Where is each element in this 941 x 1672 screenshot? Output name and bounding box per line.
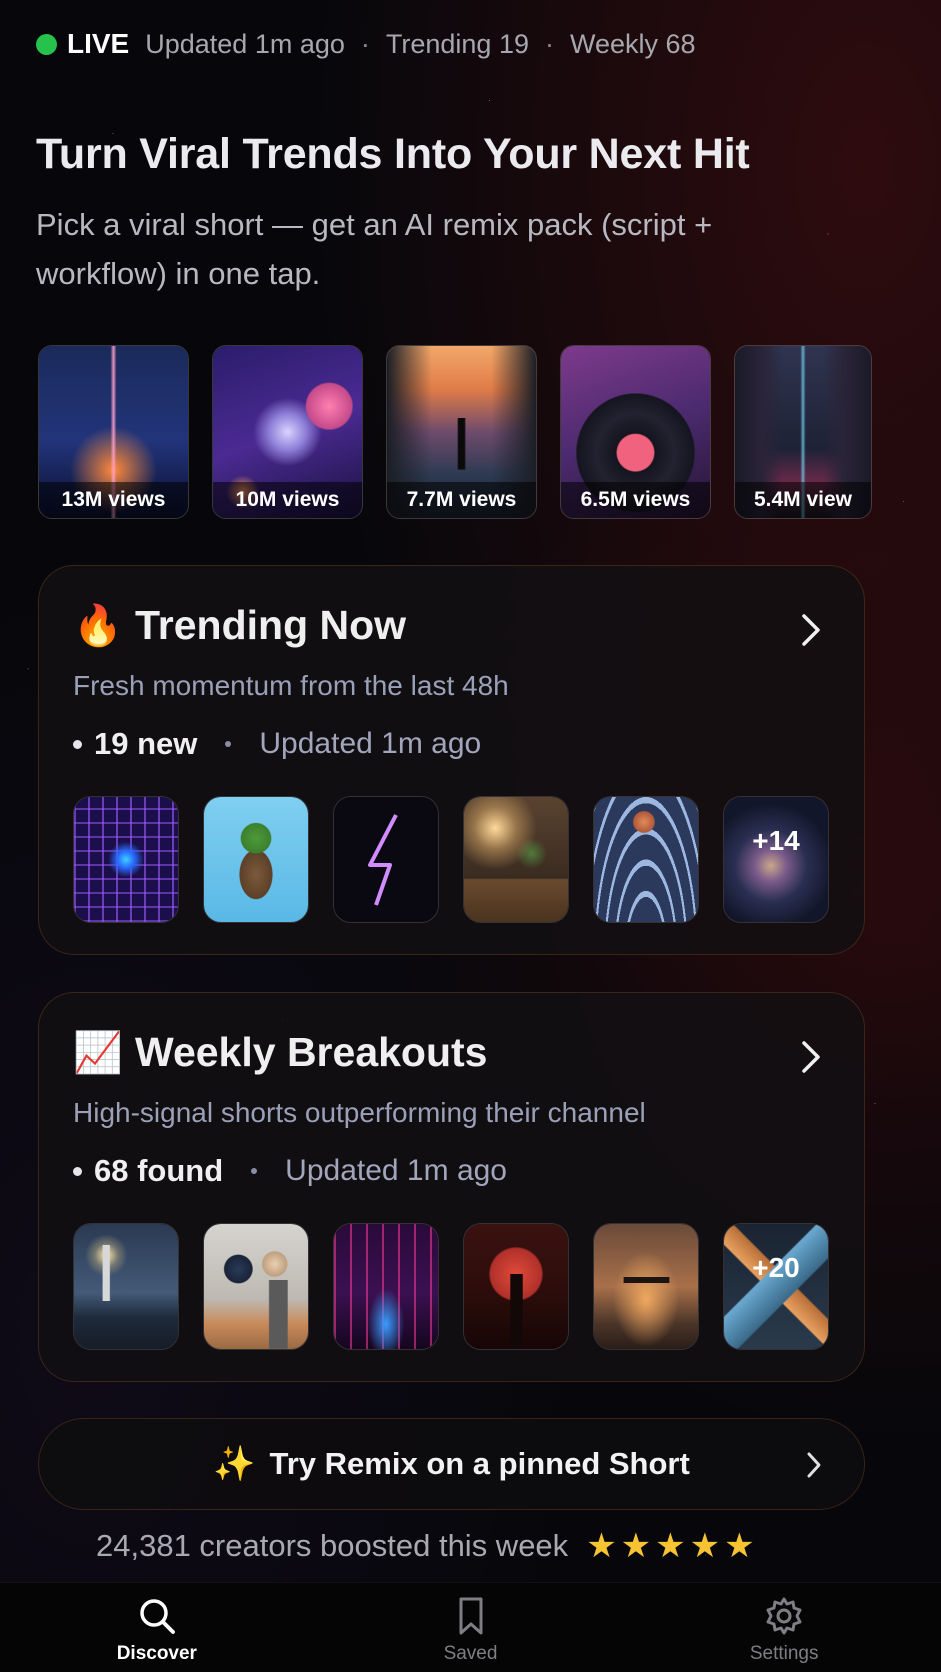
moon-waves-image <box>594 797 698 922</box>
card-subtitle: Fresh momentum from the last 48h <box>73 670 509 701</box>
star-icon: ★ <box>620 1527 652 1565</box>
neon-corridor-image <box>334 1224 438 1349</box>
trending-more-thumbnail[interactable]: +14 <box>723 796 829 923</box>
weekly-thumbnail-lighthouse[interactable] <box>73 1223 179 1350</box>
found-count: 68 found <box>94 1153 224 1188</box>
new-count: 19 new <box>94 726 198 761</box>
floating-island-image <box>204 797 308 922</box>
card-title: Weekly Breakouts <box>135 1029 488 1075</box>
hero-subtitle: Pick a viral short — get an AI remix pac… <box>36 207 713 291</box>
more-count: +14 <box>752 825 800 856</box>
trending-thumbnail-floating-island[interactable] <box>203 796 309 923</box>
tab-label: Saved <box>443 1643 498 1664</box>
live-indicator-dot <box>36 33 57 55</box>
neon-lightning-image <box>334 797 438 922</box>
short-thumbnail-neon-city[interactable]: 5.4M view <box>734 345 872 519</box>
trending-thumbnail-neon-tunnel[interactable] <box>73 796 179 923</box>
lighthouse-image <box>74 1224 178 1349</box>
separator-dot <box>225 741 232 747</box>
creators-boosted-text: 24,381 creators boosted this week <box>96 1528 569 1563</box>
tab-label: Discover <box>116 1643 197 1664</box>
views-label: 13M views <box>39 482 188 518</box>
bottom-tab-bar: Discover Saved Settings <box>0 1582 941 1672</box>
updated-text: Updated 1m ago <box>259 727 482 760</box>
weekly-thumbnail-drone-dusk[interactable] <box>593 1223 699 1350</box>
weekly-thumbnail-abstract-spheres[interactable] <box>203 1223 309 1350</box>
trending-thumbnails: +14 <box>73 796 829 923</box>
short-thumbnail-canyon[interactable]: 7.7M views <box>386 345 537 519</box>
tab-settings[interactable]: Settings <box>627 1583 941 1672</box>
try-remix-button[interactable]: ✨ Try Remix on a pinned Short <box>38 1418 865 1510</box>
views-label: 7.7M views <box>387 482 536 518</box>
chevron-right-icon[interactable] <box>796 1037 826 1077</box>
star-icon: ★ <box>689 1527 721 1565</box>
weekly-thumbnails: +20 <box>73 1223 829 1350</box>
weekly-thumbnail-neon-corridor[interactable] <box>333 1223 439 1350</box>
bullet-dot <box>73 739 82 749</box>
hero-title: Turn Viral Trends Into Your Next Hit <box>36 130 750 178</box>
search-icon <box>140 1599 175 1634</box>
sparkles-icon: ✨ <box>213 1445 256 1483</box>
live-label: LIVE <box>67 28 130 59</box>
status-separator: · <box>360 28 370 59</box>
updated-text: Updated 1m ago <box>285 1154 507 1187</box>
gear-icon <box>766 1597 802 1635</box>
views-label: 10M views <box>213 482 362 518</box>
star-icon: ★ <box>655 1527 686 1565</box>
weekly-count-text: Weekly 68 <box>569 28 696 59</box>
tab-discover[interactable]: Discover <box>0 1583 314 1672</box>
samurai-moon-image <box>464 1224 568 1349</box>
neon-tunnel-image <box>74 797 178 922</box>
star-icon: ★ <box>724 1527 755 1565</box>
card-meta: 68 found Updated 1m ago <box>73 1153 507 1189</box>
drone-dusk-image <box>594 1224 698 1349</box>
separator-dot <box>251 1168 258 1174</box>
weekly-thumbnail-samurai-moon[interactable] <box>463 1223 569 1350</box>
chevron-right-icon[interactable] <box>796 610 826 650</box>
rating-stars: ★ ★ ★ ★ ★ <box>586 1529 754 1563</box>
more-count: +20 <box>752 1252 800 1283</box>
trending-thumbnail-desk-lamp[interactable] <box>463 796 569 923</box>
card-subtitle: High-signal shorts outperforming their c… <box>73 1097 646 1128</box>
tab-label: Settings <box>749 1643 819 1664</box>
fire-icon: 🔥 <box>73 604 123 648</box>
star-icon: ★ <box>586 1527 617 1565</box>
galaxy-image <box>724 797 828 922</box>
card-meta: 19 new Updated 1m ago <box>73 726 481 762</box>
card-title: Trending Now <box>135 602 407 648</box>
short-thumbnail-vinyl[interactable]: 6.5M views <box>560 345 711 519</box>
views-label: 5.4M view <box>735 482 871 518</box>
trending-thumbnail-neon-lightning[interactable] <box>333 796 439 923</box>
remix-label: Try Remix on a pinned Short <box>269 1446 690 1481</box>
weekly-breakouts-card[interactable]: 📈 Weekly Breakouts High-signal shorts ou… <box>38 992 865 1382</box>
trending-thumbnail-moon-waves[interactable] <box>593 796 699 923</box>
chevron-right-icon <box>807 1452 821 1478</box>
chart-increasing-icon: 📈 <box>73 1031 123 1075</box>
views-label: 6.5M views <box>561 482 710 518</box>
trending-now-card[interactable]: 🔥 Trending Now Fresh momentum from the l… <box>38 565 865 955</box>
desk-lamp-image <box>464 797 568 922</box>
weekly-more-thumbnail[interactable]: +20 <box>723 1223 829 1350</box>
trending-count-text: Trending 19 <box>385 28 529 59</box>
social-proof: 24,381 creators boosted this week ★ ★ ★ … <box>96 1528 755 1564</box>
updated-text: Updated 1m ago <box>145 28 345 59</box>
top-shorts-carousel[interactable]: 13M views 10M views 7.7M views 6.5M view… <box>38 345 872 519</box>
status-separator: · <box>544 28 554 59</box>
card-header: 📈 Weekly Breakouts <box>73 1029 487 1076</box>
short-thumbnail-pyramid[interactable]: 13M views <box>38 345 189 519</box>
bullet-dot <box>73 1166 82 1176</box>
live-status-row: LIVE Updated 1m ago · Trending 19 · Week… <box>36 28 696 60</box>
crystals-image <box>724 1224 828 1349</box>
abstract-spheres-image <box>204 1224 308 1349</box>
tab-saved[interactable]: Saved <box>314 1583 628 1672</box>
bookmark-icon <box>459 1597 482 1635</box>
short-thumbnail-astronaut[interactable]: 10M views <box>212 345 363 519</box>
card-header: 🔥 Trending Now <box>73 602 406 649</box>
